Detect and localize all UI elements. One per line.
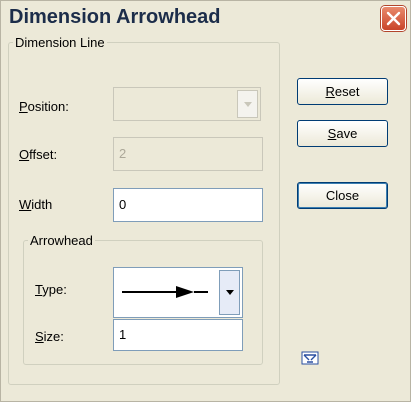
window-title: Dimension Arrowhead: [9, 6, 221, 28]
dimension-line-legend: Dimension Line: [15, 35, 105, 50]
width-field[interactable]: [113, 188, 263, 222]
arrow-line-icon: [122, 286, 208, 298]
size-input[interactable]: [119, 321, 242, 349]
close-button[interactable]: Close: [297, 182, 388, 209]
title-bar: Dimension Arrowhead: [1, 1, 410, 35]
offset-label: Offset:: [19, 147, 58, 162]
position-label: Position:: [19, 99, 69, 114]
close-icon: [386, 11, 401, 26]
window-close-button[interactable]: [381, 6, 406, 31]
position-dropdown[interactable]: [113, 87, 261, 121]
chevron-down-icon: [244, 102, 252, 107]
position-dropdown-button[interactable]: [237, 90, 258, 118]
save-button[interactable]: Save: [297, 120, 388, 147]
width-input[interactable]: [119, 190, 262, 220]
reset-button[interactable]: Reset: [297, 78, 388, 105]
settings-tool-icon[interactable]: [301, 351, 319, 365]
arrowhead-type-dropdown[interactable]: [113, 267, 243, 318]
type-dropdown-button[interactable]: [219, 270, 240, 315]
offset-field[interactable]: [113, 137, 263, 171]
arrowhead-legend: Arrowhead: [30, 233, 93, 248]
width-label: Width: [19, 197, 53, 212]
type-label: Type:: [35, 282, 67, 297]
size-field[interactable]: [113, 319, 243, 351]
dialog-window: Dimension Arrowhead Dimension Line Posit…: [0, 0, 411, 402]
size-label: Size:: [35, 329, 64, 344]
offset-input[interactable]: [119, 139, 262, 169]
chevron-down-icon: [226, 290, 234, 295]
